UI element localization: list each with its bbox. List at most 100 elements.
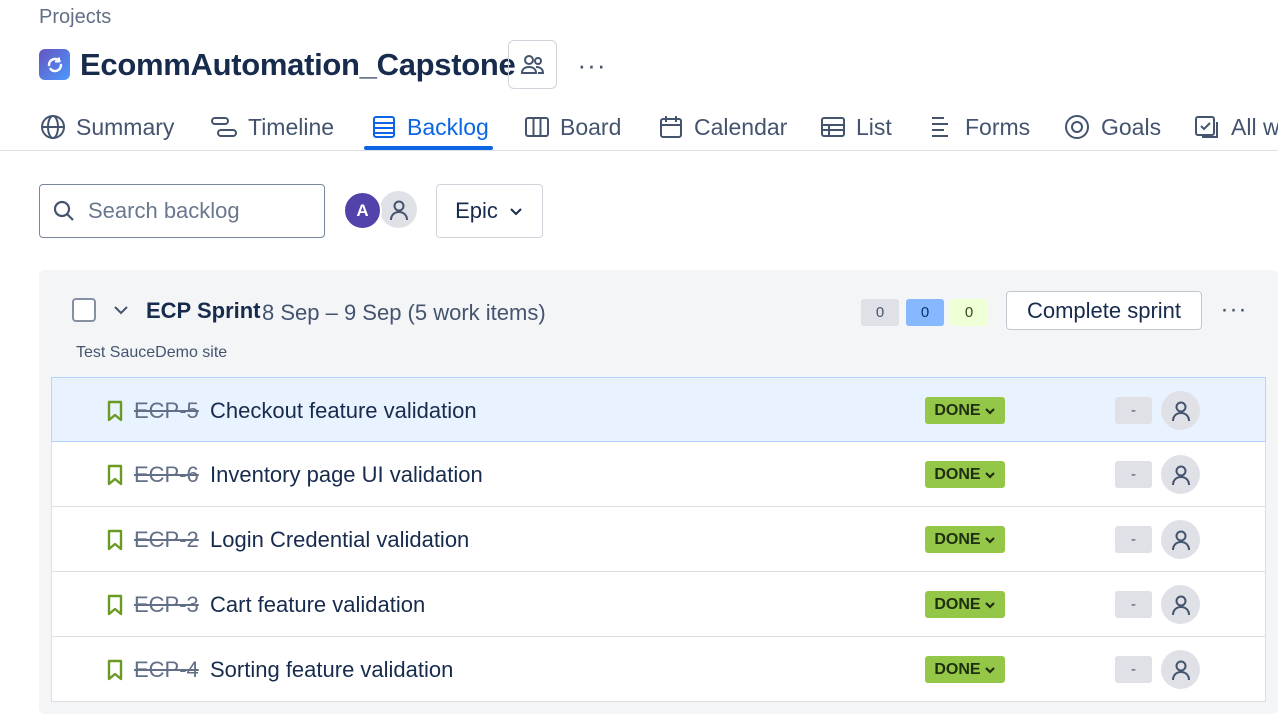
tab-calendar[interactable]: Calendar [658, 104, 787, 150]
status-lozenge[interactable]: DONE [925, 461, 1005, 488]
issue-summary[interactable]: Inventory page UI validation [210, 462, 483, 488]
issue-key[interactable]: ECP-4 [134, 657, 199, 683]
project-title: EcommAutomation_Capstone [80, 47, 516, 82]
chevron-down-icon [114, 306, 128, 315]
sprint-select-checkbox[interactable] [72, 298, 96, 322]
tab-label: All w [1231, 113, 1278, 140]
story-points-badge[interactable]: - [1115, 461, 1152, 488]
tab-label: Timeline [248, 113, 335, 140]
project-more-button[interactable]: ··· [572, 48, 612, 82]
person-icon [1171, 595, 1190, 615]
person-icon [1171, 465, 1190, 485]
assignee-avatar[interactable] [1161, 650, 1200, 689]
story-points-badge[interactable]: - [1115, 591, 1152, 618]
assignee-avatar[interactable] [1161, 585, 1200, 624]
person-icon [1171, 530, 1190, 550]
sprint-collapse-toggle[interactable] [110, 299, 132, 321]
story-icon [107, 400, 123, 422]
story-icon [107, 594, 123, 616]
issue-row[interactable]: ECP-4 Sorting feature validation DONE - [51, 637, 1266, 702]
sprint-goal: Test SauceDemo site [76, 344, 228, 361]
in-progress-count-badge: 0 [906, 299, 944, 326]
person-icon [1171, 401, 1190, 421]
sprint-issue-list: ECP-5 Checkout feature validation DONE -… [51, 377, 1266, 702]
tab-label: Goals [1101, 113, 1162, 140]
done-count-badge: 0 [950, 299, 988, 326]
chevron-down-icon [984, 407, 995, 415]
story-icon [107, 464, 123, 486]
sprint-name[interactable]: ECP Sprint [146, 298, 261, 324]
issue-row[interactable]: ECP-3 Cart feature validation DONE - [51, 572, 1266, 637]
globe-icon [41, 115, 65, 139]
issue-summary[interactable]: Cart feature validation [210, 592, 425, 618]
tab-label: List [856, 113, 892, 140]
assignee-avatar[interactable] [1161, 455, 1200, 494]
issue-row[interactable]: ECP-5 Checkout feature validation DONE - [51, 377, 1266, 442]
chevron-down-icon [984, 601, 995, 609]
issue-row[interactable]: ECP-6 Inventory page UI validation DONE … [51, 442, 1266, 507]
story-icon [107, 659, 123, 681]
chevron-down-icon [984, 536, 995, 544]
active-tab-indicator [364, 146, 493, 150]
issue-summary[interactable]: Sorting feature validation [210, 657, 453, 683]
tab-label: Backlog [407, 113, 489, 140]
story-points-badge[interactable]: - [1115, 526, 1152, 553]
tab-all-work[interactable]: All w [1193, 104, 1278, 150]
story-points-badge[interactable]: - [1115, 397, 1152, 424]
breadcrumb-projects[interactable]: Projects [39, 6, 111, 29]
tab-summary[interactable]: Summary [40, 104, 174, 150]
search-backlog-field[interactable] [39, 184, 325, 238]
tab-backlog[interactable]: Backlog [371, 104, 489, 150]
people-icon [520, 54, 544, 74]
epic-filter-dropdown[interactable]: Epic [436, 184, 543, 238]
sprint-more-button[interactable]: ··· [1214, 292, 1254, 328]
tab-label: Summary [76, 113, 175, 140]
story-points-badge[interactable]: - [1115, 656, 1152, 683]
epic-filter-label: Epic [455, 198, 498, 223]
tab-list[interactable]: List [820, 104, 892, 150]
status-lozenge[interactable]: DONE [925, 526, 1005, 553]
timeline-icon [211, 117, 237, 137]
board-icon [525, 117, 549, 137]
complete-sprint-button[interactable]: Complete sprint [1006, 291, 1202, 330]
status-label: DONE [934, 465, 981, 483]
tab-timeline[interactable]: Timeline [210, 104, 334, 150]
backlog-icon [373, 116, 395, 138]
tab-label: Board [560, 113, 622, 140]
people-button[interactable] [508, 40, 557, 89]
person-icon [389, 200, 408, 220]
assignee-avatar[interactable] [1161, 520, 1200, 559]
tab-board[interactable]: Board [524, 104, 621, 150]
issue-summary[interactable]: Checkout feature validation [210, 398, 477, 424]
tab-forms[interactable]: Forms [929, 104, 1030, 150]
forms-icon [932, 117, 948, 137]
all-work-icon [1195, 116, 1218, 138]
issue-row[interactable]: ECP-2 Login Credential validation DONE - [51, 507, 1266, 572]
person-icon [1171, 660, 1190, 680]
todo-count-badge: 0 [861, 299, 899, 326]
tab-label: Calendar [694, 113, 788, 140]
chevron-down-icon [510, 208, 522, 216]
story-icon [107, 529, 123, 551]
chevron-down-icon [984, 471, 995, 479]
goals-icon [1065, 115, 1089, 139]
assignee-avatar[interactable] [1161, 391, 1200, 430]
status-label: DONE [934, 660, 981, 678]
issue-key[interactable]: ECP-5 [134, 398, 199, 424]
unassigned-avatar-filter[interactable] [378, 189, 419, 230]
calendar-icon [660, 116, 682, 138]
tab-goals[interactable]: Goals [1063, 104, 1161, 150]
issue-summary[interactable]: Login Credential validation [210, 527, 469, 553]
issue-key[interactable]: ECP-2 [134, 527, 199, 553]
search-input[interactable] [86, 197, 310, 225]
status-lozenge[interactable]: DONE [925, 397, 1005, 424]
status-label: DONE [934, 401, 981, 419]
user-avatar-filter[interactable]: A [343, 191, 382, 230]
issue-key[interactable]: ECP-6 [134, 462, 199, 488]
status-lozenge[interactable]: DONE [925, 591, 1005, 618]
project-avatar-icon [39, 49, 70, 80]
list-icon [821, 117, 845, 137]
status-label: DONE [934, 595, 981, 613]
issue-key[interactable]: ECP-3 [134, 592, 199, 618]
status-lozenge[interactable]: DONE [925, 656, 1005, 683]
